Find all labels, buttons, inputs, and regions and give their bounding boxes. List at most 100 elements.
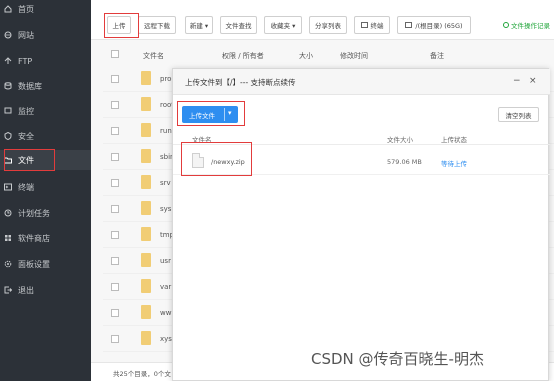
operation-log-link[interactable]: 文件操作记录 (503, 16, 554, 34)
ftp-icon (4, 57, 12, 65)
globe-icon (4, 31, 12, 39)
monitor-icon (4, 107, 12, 115)
terminal-icon (360, 22, 368, 28)
sidebar-item-website[interactable]: 网站 (0, 25, 91, 45)
directory-summary: 共25个目录，0个文 (113, 370, 171, 378)
folder-icon (141, 227, 151, 241)
folder-icon (141, 331, 151, 345)
dialog-title: 上传文件到【/】--- 支持断点续传 (185, 78, 296, 87)
new-dropdown[interactable]: 新建 ▾ (185, 16, 213, 34)
sidebar-item-ftp[interactable]: FTP (0, 51, 91, 71)
row-filename[interactable]: var (160, 283, 171, 291)
folder-icon (4, 156, 12, 164)
folder-icon (141, 149, 151, 163)
sidebar-item-label: FTP (18, 56, 33, 66)
folder-icon (141, 97, 151, 111)
sidebar-item-files[interactable]: 文件 (0, 150, 91, 170)
upload-col-name: 文件名 (192, 136, 212, 144)
clock-icon (4, 209, 12, 217)
row-checkbox[interactable] (111, 283, 119, 291)
sidebar-item-label: 数据库 (18, 81, 42, 91)
row-filename[interactable]: usr (160, 257, 171, 265)
chevron-down-icon[interactable]: ▾ (228, 109, 232, 117)
toolbar: 上传 远程下载 新建 ▾ 文件查找 收藏夹 ▾ 分享列表 终端 /(根目录) (… (91, 0, 554, 40)
gear-icon (4, 260, 12, 268)
row-checkbox[interactable] (111, 75, 119, 83)
folder-icon (141, 305, 151, 319)
minimize-button[interactable]: − (513, 76, 521, 86)
dialog-header: 上传文件到【/】--- 支持断点续传 − × (173, 69, 550, 95)
home-icon (4, 5, 12, 13)
favorites-dropdown[interactable]: 收藏夹 ▾ (264, 16, 302, 34)
remote-download-button[interactable]: 远程下载 (138, 16, 176, 34)
sidebar-item-label: 软件商店 (18, 233, 50, 243)
sidebar-item-terminal[interactable]: 终端 (0, 177, 91, 197)
sidebar-item-home[interactable]: 首页 (0, 0, 91, 19)
select-all-checkbox[interactable] (111, 50, 119, 58)
upload-filesize: 579.06 MB (387, 158, 422, 166)
root-dir-button[interactable]: /(根目录) (65G) (397, 16, 471, 34)
upload-button[interactable]: 上传 (107, 16, 131, 34)
clear-list-button[interactable]: 清空列表 (498, 107, 539, 122)
sidebar-item-store[interactable]: 软件商店 (0, 228, 91, 248)
table-header: 文件名 权限 / 所有者 大小 修改时间 备注 (103, 46, 554, 62)
share-list-button[interactable]: 分享列表 (309, 16, 347, 34)
row-filename[interactable]: sys (160, 205, 171, 213)
folder-icon (141, 253, 151, 267)
button-divider (224, 108, 225, 121)
sidebar-item-security[interactable]: 安全 (0, 126, 91, 146)
row-checkbox[interactable] (111, 153, 119, 161)
upload-file-button[interactable]: 上传文件 ▾ (182, 106, 238, 123)
sidebar-item-label: 面板设置 (18, 259, 50, 269)
col-perm-header: 权限 / 所有者 (222, 52, 264, 60)
sidebar-item-database[interactable]: 数据库 (0, 76, 91, 96)
col-mtime-header: 修改时间 (340, 52, 368, 60)
sidebar-item-cron[interactable]: 计划任务 (0, 203, 91, 223)
sidebar-item-monitor[interactable]: 监控 (0, 101, 91, 121)
upload-dialog: 上传文件到【/】--- 支持断点续传 − × 上传文件 ▾ 清空列表 文件名 文… (172, 68, 550, 381)
upload-list-item[interactable]: /newxy.zip 579.06 MB 等待上传 (173, 147, 550, 175)
sidebar-item-settings[interactable]: 面板设置 (0, 254, 91, 274)
shield-icon (4, 132, 12, 140)
logout-icon (4, 286, 12, 294)
row-checkbox[interactable] (111, 335, 119, 343)
sidebar-item-logout[interactable]: 退出 (0, 280, 91, 300)
file-search-button[interactable]: 文件查找 (220, 16, 257, 34)
col-size-header: 大小 (299, 52, 313, 60)
operation-log-label: 文件操作记录 (511, 22, 550, 30)
row-checkbox[interactable] (111, 309, 119, 317)
watermark: CSDN @传奇百晓生-明杰 (311, 350, 484, 368)
sidebar-item-label: 终端 (18, 182, 34, 192)
row-checkbox[interactable] (111, 179, 119, 187)
sidebar: 首页 网站 FTP 数据库 监控 安全 文件 终端 计划任务 软件商店 面板设置 (0, 0, 91, 381)
sidebar-item-label: 首页 (18, 4, 34, 14)
file-icon (192, 153, 204, 168)
root-dir-label: /(根目录) (65G) (415, 22, 463, 30)
terminal-button[interactable]: 终端 (354, 16, 390, 34)
row-filename[interactable]: run (160, 127, 172, 135)
sidebar-item-label: 退出 (18, 285, 34, 295)
folder-icon (141, 279, 151, 293)
row-checkbox[interactable] (111, 101, 119, 109)
upload-col-status: 上传状态 (441, 136, 467, 144)
folder-icon (141, 71, 151, 85)
upload-col-size: 文件大小 (387, 136, 413, 144)
row-checkbox[interactable] (111, 205, 119, 213)
close-button[interactable]: × (529, 76, 537, 86)
terminal-icon (4, 183, 12, 191)
folder-icon (141, 201, 151, 215)
col-name-header: 文件名 (143, 52, 164, 60)
sidebar-item-label: 网站 (18, 30, 34, 40)
database-icon (4, 82, 12, 90)
store-icon (4, 234, 12, 242)
upload-status: 等待上传 (441, 160, 467, 168)
upload-filename: /newxy.zip (211, 158, 245, 166)
row-checkbox[interactable] (111, 231, 119, 239)
folder-icon (141, 123, 151, 137)
row-checkbox[interactable] (111, 127, 119, 135)
info-icon (503, 22, 509, 28)
folder-icon (141, 175, 151, 189)
row-filename[interactable]: srv (160, 179, 171, 187)
sidebar-item-label: 安全 (18, 131, 34, 141)
row-checkbox[interactable] (111, 257, 119, 265)
